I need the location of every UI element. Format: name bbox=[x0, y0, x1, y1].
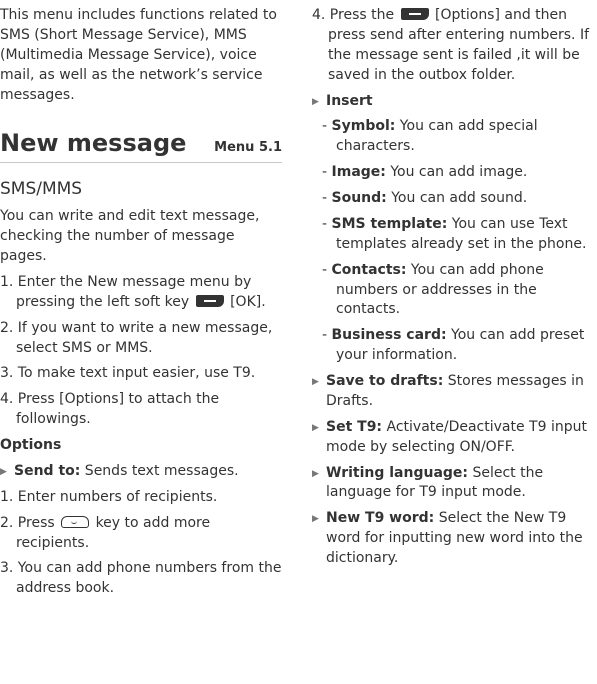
send-step-4: 4. Press the [Options] and then press se… bbox=[312, 6, 597, 86]
bullet-triangle-icon: ▶ bbox=[312, 422, 319, 433]
subheading: SMS/MMS bbox=[0, 179, 83, 200]
left-soft-key-icon bbox=[400, 8, 429, 20]
left-soft-key-icon bbox=[195, 294, 224, 307]
bullet-triangle-icon: ▶ bbox=[312, 468, 319, 479]
insert-item: ▶ Insert bbox=[312, 92, 597, 112]
send-step-4-text: 4. Press the bbox=[312, 7, 395, 23]
insert-sound: - Sound: You can add sound. bbox=[322, 190, 528, 206]
insert-image-label: Image: bbox=[331, 164, 386, 181]
intro-text: This menu includes functions related to … bbox=[0, 7, 277, 103]
send-step-2: 2. Press key to add more recipients. bbox=[0, 514, 282, 554]
right-column: 4. Press the [Options] and then press se… bbox=[312, 6, 597, 575]
page-title: New message bbox=[0, 129, 187, 158]
insert-sound-label: Sound: bbox=[331, 190, 387, 206]
send-to-item: ▶ Send to: Sends text messages. bbox=[0, 462, 282, 482]
send-step-3: 3. You can add phone numbers from the ad… bbox=[0, 560, 282, 597]
insert-contacts-label: Contacts: bbox=[331, 261, 407, 278]
insert-contacts: - Contacts: You can add phone numbers or… bbox=[322, 261, 544, 318]
send-to-label: Send to: bbox=[14, 462, 81, 479]
bullet-triangle-icon: ▶ bbox=[0, 466, 7, 477]
bullet-triangle-icon: ▶ bbox=[312, 514, 319, 525]
set-t9-label: Set T9: bbox=[326, 418, 383, 435]
insert-sms-template-label: SMS template: bbox=[331, 215, 448, 232]
insert-image: - Image: You can add image. bbox=[322, 164, 528, 181]
step-2: 2. If you want to write a new message, s… bbox=[0, 319, 273, 356]
send-step-2-text: 2. Press bbox=[0, 514, 55, 531]
insert-business-card-label: Business card: bbox=[331, 327, 447, 344]
left-column: This menu includes functions related to … bbox=[0, 6, 282, 605]
section-heading: New message Menu 5.1 bbox=[0, 129, 282, 164]
step-4: 4. Press [Options] to attach the followi… bbox=[0, 391, 220, 428]
send-step-1: 1. Enter numbers of recipients. bbox=[0, 488, 218, 505]
step-1-suffix: [OK]. bbox=[230, 293, 266, 310]
insert-label: Insert bbox=[326, 92, 373, 109]
ok-key-icon bbox=[61, 515, 90, 528]
insert-image-text: You can add image. bbox=[385, 164, 528, 181]
insert-symbol: - Symbol: You can add special characters… bbox=[322, 118, 538, 155]
menu-number: Menu 5.1 bbox=[214, 140, 282, 156]
writing-language-label: Writing language: bbox=[326, 464, 469, 481]
bullet-triangle-icon: ▶ bbox=[312, 96, 319, 107]
set-t9-item: ▶ Set T9: Activate/Deactivate T9 input mo… bbox=[312, 418, 597, 458]
new-t9-word-item: ▶ New T9 word: Select the New T9 word for… bbox=[312, 509, 597, 569]
options-title: Options bbox=[0, 437, 62, 454]
writing-language-item: ▶ Writing language: Select the language f… bbox=[312, 464, 597, 504]
send-to-text: Sends text messages. bbox=[80, 462, 239, 479]
insert-business-card: - Business card: You can add preset your… bbox=[322, 327, 585, 364]
manual-page: This menu includes functions related to … bbox=[0, 0, 597, 684]
new-t9-word-label: New T9 word: bbox=[326, 510, 435, 527]
save-to-drafts-item: ▶ Save to drafts: Stores messages in Draf… bbox=[312, 372, 597, 412]
step-3: 3. To make text input easier, use T9. bbox=[0, 365, 256, 382]
save-to-drafts-label: Save to drafts: bbox=[326, 373, 444, 389]
description: You can write and edit text message, che… bbox=[0, 208, 260, 265]
bullet-triangle-icon: ▶ bbox=[312, 377, 319, 387]
insert-sms-template: - SMS template: You can use Text templat… bbox=[322, 215, 587, 252]
insert-sound-text: You can add sound. bbox=[386, 190, 528, 206]
step-1: 1. Enter the New message menu by pressin… bbox=[0, 273, 282, 313]
insert-symbol-label: Symbol: bbox=[331, 118, 396, 135]
